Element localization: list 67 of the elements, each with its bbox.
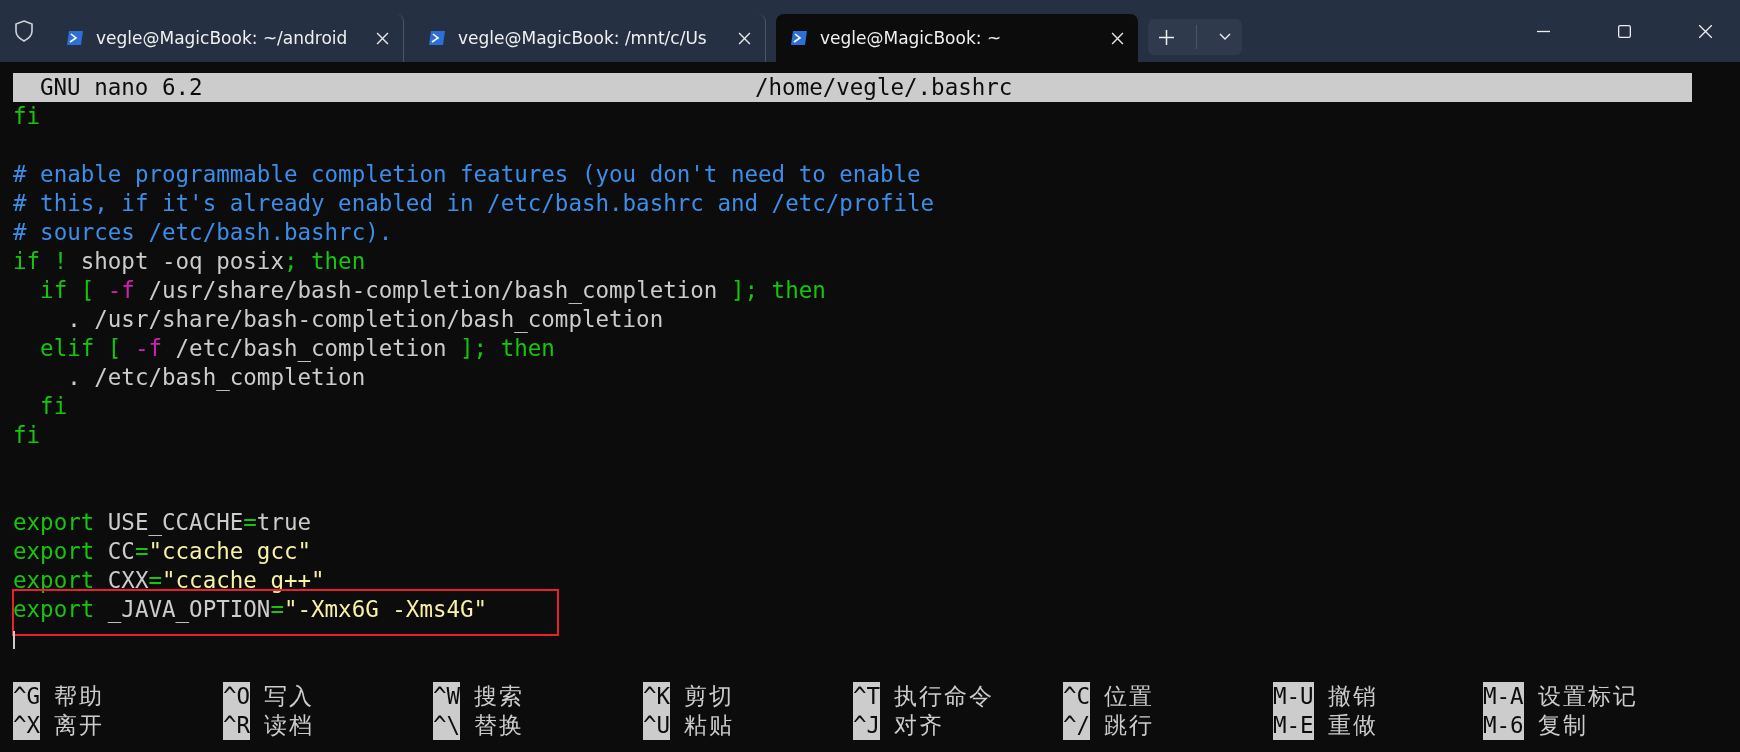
code-line: export _JAVA_OPTION="-Xmx6G -Xms4G" [13, 596, 488, 622]
shortcut-key: ^/ [1063, 711, 1091, 740]
code-line: # sources /etc/bash.bashrc). [13, 219, 393, 245]
shortcut-label: 搜索 [474, 682, 525, 711]
shortcut-key: ^O [223, 682, 251, 711]
tab-title: vegle@MagicBook: /mnt/c/Us [458, 28, 708, 48]
code-line: if ! shopt -oq posix; then [13, 248, 366, 274]
shortcut-label: 帮助 [54, 682, 105, 711]
shortcut-key: ^K [643, 682, 671, 711]
shortcut-label: 替换 [474, 711, 525, 740]
shortcut-key: M-E [1273, 711, 1314, 740]
shortcut-label: 离开 [54, 711, 105, 740]
code-line: . /etc/bash_completion [66, 364, 366, 390]
shortcut-key: ^J [853, 711, 881, 740]
code-line: fi [39, 393, 68, 419]
shield-icon[interactable] [14, 20, 34, 42]
shortcut-label: 读档 [264, 711, 315, 740]
terminal-tab[interactable]: vegle@MagicBook: ~/android [52, 14, 404, 62]
shortcut-key: ^R [223, 711, 251, 740]
shortcut-label: 跳行 [1104, 711, 1155, 740]
shortcut-label: 位置 [1104, 682, 1155, 711]
code-line: # enable programmable completion features (you don't need to enable [13, 161, 921, 187]
close-icon[interactable] [738, 31, 751, 45]
shortcut-label: 复制 [1537, 711, 1588, 740]
close-icon[interactable] [1699, 24, 1712, 38]
shortcut-label: 设置标记 [1537, 682, 1638, 711]
powershell-icon [66, 30, 84, 46]
tab-title: vegle@MagicBook: ~ [820, 28, 1003, 48]
chevron-down-icon[interactable] [1219, 33, 1231, 41]
shortcut-key: ^G [13, 682, 41, 711]
file-path: /home/vegle/.bashrc [755, 73, 1013, 102]
code-line: export CXX="ccache g++" [13, 567, 325, 593]
shortcut-key: ^X [13, 711, 41, 740]
code-line: export USE_CCACHE=true [13, 509, 312, 535]
code-line: . /usr/share/bash-completion/bash_completion [66, 306, 664, 332]
shortcut-label: 写入 [264, 682, 315, 711]
shortcut-key: M-U [1273, 682, 1314, 711]
terminal-tab[interactable]: vegle@MagicBook: /mnt/c/Us [414, 14, 766, 62]
shortcut-key: ^C [1063, 682, 1091, 711]
shortcut-label: 剪切 [684, 682, 735, 711]
code-line: # this, if it's already enabled in /etc/bash.bashrc and /etc/profile [13, 190, 935, 216]
shortcut-label: 重做 [1327, 711, 1378, 740]
text-cursor [13, 630, 15, 649]
powershell-icon [790, 30, 808, 46]
shortcut-label: 粘贴 [684, 711, 735, 740]
code-line: export CC="ccache gcc" [13, 538, 312, 564]
powershell-icon [428, 30, 446, 46]
code-line: fi [13, 103, 41, 129]
code-line: elif [ -f /etc/bash_completion ]; then [39, 335, 555, 361]
shortcut-key: ^\ [433, 711, 461, 740]
shortcut-key: ^U [643, 711, 671, 740]
code-line: fi [13, 422, 41, 448]
shortcut-label: 执行命令 [894, 682, 995, 711]
shortcut-key: ^T [853, 682, 881, 711]
plus-icon[interactable] [1159, 29, 1174, 45]
terminal-tab[interactable]: vegle@MagicBook: ~ [776, 14, 1138, 62]
shortcut-label: 撤销 [1327, 682, 1378, 711]
shortcut-key: M-6 [1483, 711, 1524, 740]
close-icon[interactable] [376, 31, 389, 45]
editor-version: GNU nano 6.2 [40, 73, 203, 102]
shortcut-key: M-A [1483, 682, 1524, 711]
shortcut-key: ^W [433, 682, 461, 711]
shortcut-label: 对齐 [894, 711, 945, 740]
tab-title: vegle@MagicBook: ~/android [96, 28, 349, 48]
close-icon[interactable] [1111, 31, 1124, 45]
code-line: if [ -f /usr/share/bash-completion/bash_completion ]; then [39, 277, 826, 303]
maximize-icon[interactable] [1618, 24, 1631, 38]
